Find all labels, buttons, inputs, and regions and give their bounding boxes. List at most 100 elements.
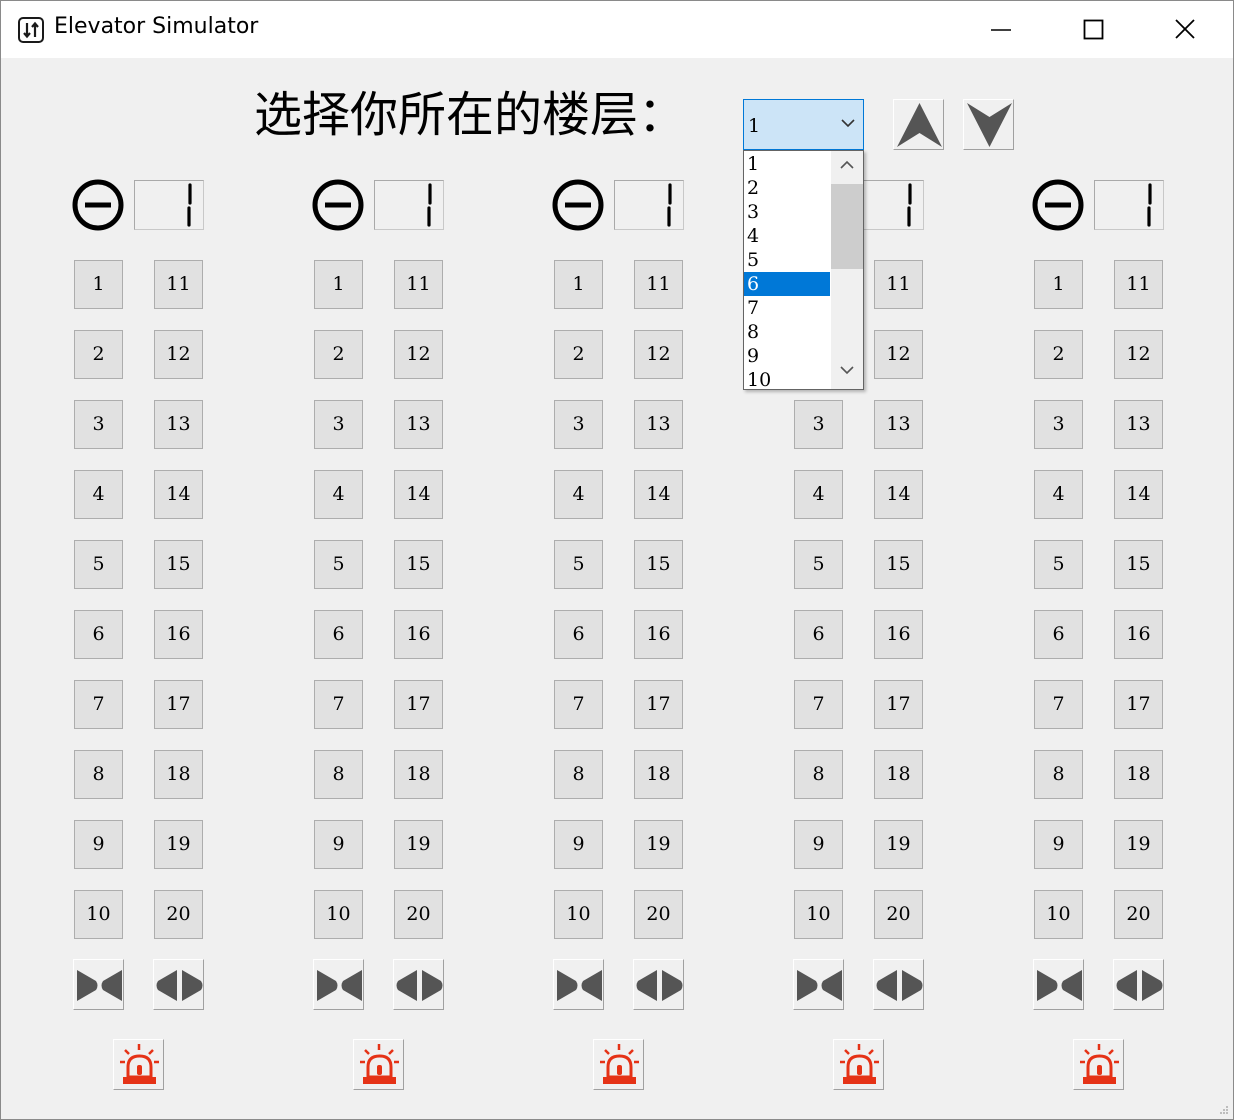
- floor-button-19[interactable]: 19: [154, 820, 203, 869]
- floor-button-7[interactable]: 7: [74, 680, 123, 729]
- floor-button-19[interactable]: 19: [874, 820, 923, 869]
- floor-button-10[interactable]: 10: [314, 890, 363, 939]
- floor-button-11[interactable]: 11: [394, 260, 443, 309]
- floor-button-15[interactable]: 15: [394, 540, 443, 589]
- floor-button-4[interactable]: 4: [794, 470, 843, 519]
- floor-button-20[interactable]: 20: [394, 890, 443, 939]
- floor-button-18[interactable]: 18: [634, 750, 683, 799]
- floor-button-3[interactable]: 3: [74, 400, 123, 449]
- floor-button-17[interactable]: 17: [394, 680, 443, 729]
- floor-button-15[interactable]: 15: [1114, 540, 1163, 589]
- floor-button-15[interactable]: 15: [874, 540, 923, 589]
- dropdown-option[interactable]: 9: [744, 344, 830, 368]
- floor-button-9[interactable]: 9: [554, 820, 603, 869]
- floor-button-12[interactable]: 12: [154, 330, 203, 379]
- dropdown-option[interactable]: 8: [744, 320, 830, 344]
- alarm-button[interactable]: [593, 1039, 644, 1090]
- floor-button-7[interactable]: 7: [1034, 680, 1083, 729]
- floor-button-1[interactable]: 1: [74, 260, 123, 309]
- floor-button-10[interactable]: 10: [554, 890, 603, 939]
- dropdown-option[interactable]: 10: [744, 368, 830, 392]
- floor-button-11[interactable]: 11: [634, 260, 683, 309]
- floor-button-3[interactable]: 3: [1034, 400, 1083, 449]
- chevron-down-icon[interactable]: [840, 365, 854, 375]
- scrollbar-thumb[interactable]: [831, 184, 863, 269]
- resize-grip-icon[interactable]: [1219, 1105, 1229, 1115]
- floor-button-7[interactable]: 7: [794, 680, 843, 729]
- floor-button-11[interactable]: 11: [874, 260, 923, 309]
- floor-button-17[interactable]: 17: [874, 680, 923, 729]
- floor-button-1[interactable]: 1: [314, 260, 363, 309]
- floor-button-4[interactable]: 4: [74, 470, 123, 519]
- floor-button-13[interactable]: 13: [154, 400, 203, 449]
- floor-button-3[interactable]: 3: [554, 400, 603, 449]
- floor-button-8[interactable]: 8: [1034, 750, 1083, 799]
- floor-select-dropdown[interactable]: 1 2 3 4 5 6 7 8 9 10: [743, 150, 864, 392]
- close-door-button[interactable]: [73, 959, 124, 1010]
- floor-button-13[interactable]: 13: [634, 400, 683, 449]
- floor-button-4[interactable]: 4: [554, 470, 603, 519]
- floor-button-3[interactable]: 3: [314, 400, 363, 449]
- floor-button-18[interactable]: 18: [394, 750, 443, 799]
- floor-button-14[interactable]: 14: [394, 470, 443, 519]
- dropdown-option[interactable]: 5: [744, 248, 830, 272]
- floor-button-2[interactable]: 2: [314, 330, 363, 379]
- floor-button-12[interactable]: 12: [394, 330, 443, 379]
- open-door-button[interactable]: [393, 959, 444, 1010]
- dropdown-option[interactable]: 2: [744, 176, 830, 200]
- floor-button-15[interactable]: 15: [634, 540, 683, 589]
- floor-button-12[interactable]: 12: [1114, 330, 1163, 379]
- floor-button-12[interactable]: 12: [634, 330, 683, 379]
- dropdown-option[interactable]: 6: [744, 272, 830, 296]
- floor-button-16[interactable]: 16: [874, 610, 923, 659]
- floor-button-9[interactable]: 9: [794, 820, 843, 869]
- floor-button-16[interactable]: 16: [634, 610, 683, 659]
- floor-button-8[interactable]: 8: [314, 750, 363, 799]
- floor-button-5[interactable]: 5: [74, 540, 123, 589]
- floor-button-18[interactable]: 18: [874, 750, 923, 799]
- floor-button-3[interactable]: 3: [794, 400, 843, 449]
- floor-button-10[interactable]: 10: [1034, 890, 1083, 939]
- alarm-button[interactable]: [833, 1039, 884, 1090]
- floor-button-20[interactable]: 20: [634, 890, 683, 939]
- floor-button-18[interactable]: 18: [1114, 750, 1163, 799]
- floor-button-10[interactable]: 10: [74, 890, 123, 939]
- floor-button-4[interactable]: 4: [1034, 470, 1083, 519]
- floor-button-12[interactable]: 12: [874, 330, 923, 379]
- floor-button-5[interactable]: 5: [554, 540, 603, 589]
- close-door-button[interactable]: [1033, 959, 1084, 1010]
- maximize-button[interactable]: [1063, 1, 1123, 58]
- floor-button-18[interactable]: 18: [154, 750, 203, 799]
- floor-button-16[interactable]: 16: [394, 610, 443, 659]
- floor-button-6[interactable]: 6: [314, 610, 363, 659]
- floor-button-19[interactable]: 19: [394, 820, 443, 869]
- floor-button-19[interactable]: 19: [634, 820, 683, 869]
- close-door-button[interactable]: [313, 959, 364, 1010]
- floor-button-14[interactable]: 14: [1114, 470, 1163, 519]
- dropdown-option[interactable]: 4: [744, 224, 830, 248]
- minimize-button[interactable]: [971, 1, 1031, 58]
- floor-button-13[interactable]: 13: [394, 400, 443, 449]
- chevron-up-icon[interactable]: [840, 160, 854, 170]
- floor-button-14[interactable]: 14: [634, 470, 683, 519]
- open-door-button[interactable]: [153, 959, 204, 1010]
- dropdown-option[interactable]: 3: [744, 200, 830, 224]
- floor-button-20[interactable]: 20: [154, 890, 203, 939]
- floor-button-6[interactable]: 6: [1034, 610, 1083, 659]
- floor-button-1[interactable]: 1: [554, 260, 603, 309]
- close-door-button[interactable]: [553, 959, 604, 1010]
- floor-button-5[interactable]: 5: [794, 540, 843, 589]
- floor-button-7[interactable]: 7: [554, 680, 603, 729]
- alarm-button[interactable]: [1073, 1039, 1124, 1090]
- floor-button-9[interactable]: 9: [1034, 820, 1083, 869]
- alarm-button[interactable]: [113, 1039, 164, 1090]
- floor-button-13[interactable]: 13: [1114, 400, 1163, 449]
- floor-button-14[interactable]: 14: [874, 470, 923, 519]
- floor-button-1[interactable]: 1: [1034, 260, 1083, 309]
- floor-button-6[interactable]: 6: [554, 610, 603, 659]
- close-button[interactable]: [1156, 1, 1216, 58]
- floor-button-11[interactable]: 11: [1114, 260, 1163, 309]
- floor-button-6[interactable]: 6: [74, 610, 123, 659]
- floor-button-14[interactable]: 14: [154, 470, 203, 519]
- floor-button-2[interactable]: 2: [1034, 330, 1083, 379]
